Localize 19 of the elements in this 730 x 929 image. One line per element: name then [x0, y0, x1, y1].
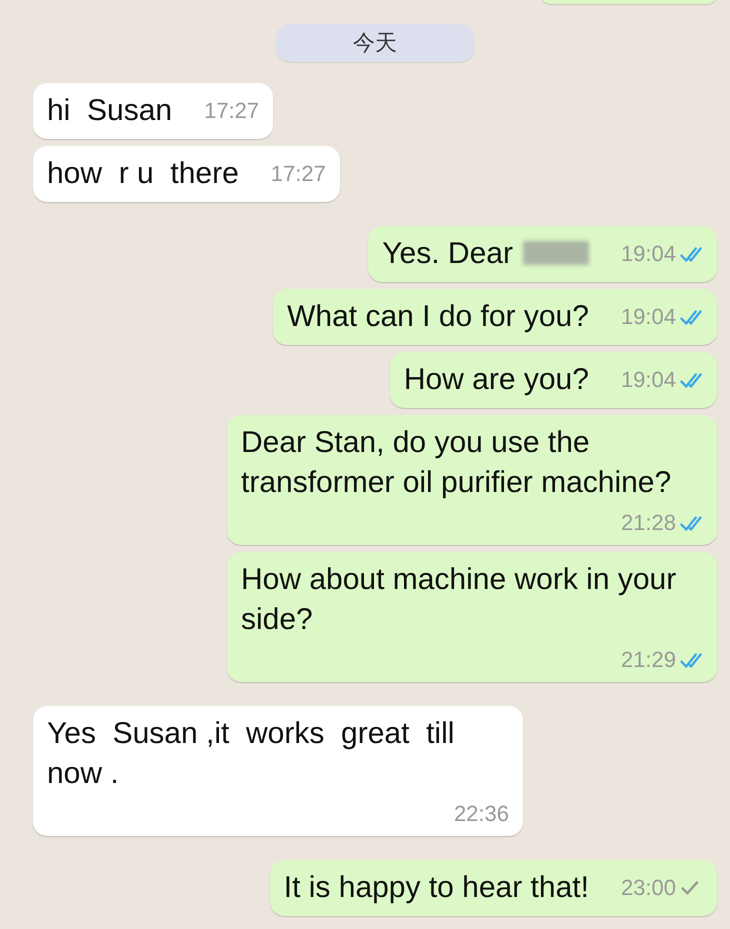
message-time: 19:04 — [620, 303, 676, 331]
message-text: Yes. Dear — [382, 236, 513, 272]
message-time: 22:36 — [454, 800, 509, 828]
message-time: 23:00 — [620, 874, 676, 902]
message-text: Dear Stan, do you use the transformer oil purifier machine? — [241, 425, 672, 501]
message-time: 19:04 — [620, 366, 676, 394]
message-time: 21:28 — [620, 509, 676, 537]
message-time: 21:29 — [620, 646, 676, 674]
message-text: What can I do for you? — [287, 299, 589, 335]
message-time: 19:04 — [620, 240, 676, 268]
message-text: how r u there — [47, 156, 239, 192]
message-time: 17:27 — [270, 160, 326, 188]
message-text: How about machine work in your side? — [241, 562, 678, 638]
message-time: 17:27 — [204, 97, 260, 125]
message-text: It is happy to hear that! — [284, 870, 589, 906]
message-text: How are you? — [404, 362, 589, 398]
message-text: hi Susan — [47, 93, 172, 129]
date-divider: 今天 — [276, 24, 474, 62]
message-text: Yes Susan ,it works great till now . — [47, 716, 456, 792]
